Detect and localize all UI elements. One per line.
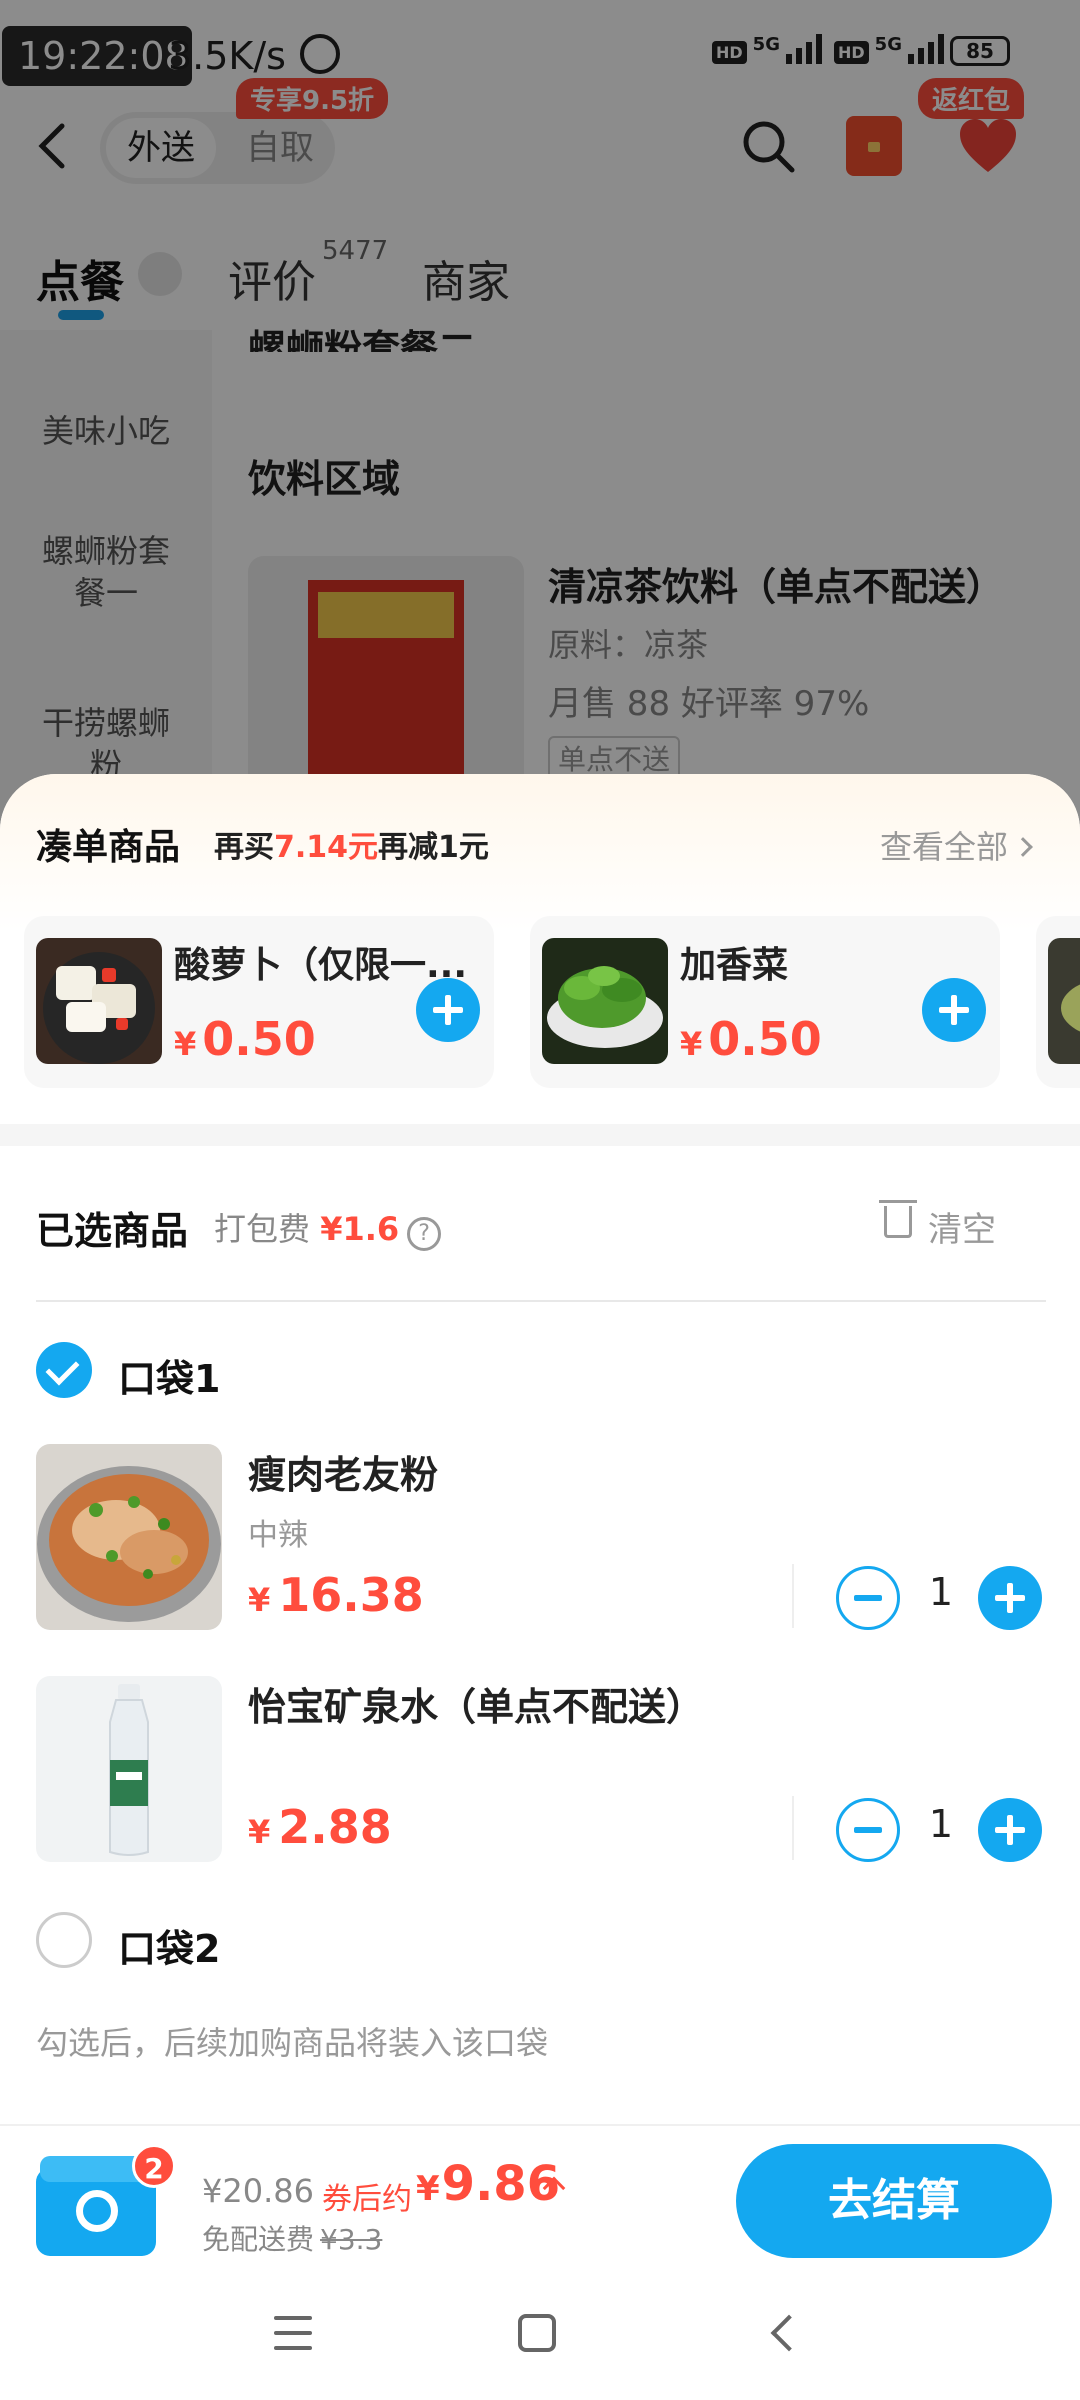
addon-price-value: 0.50: [202, 1012, 316, 1066]
item-price-value: 16.38: [278, 1568, 424, 1622]
bag-1-label: 口袋1: [118, 1357, 221, 1401]
add-addon-button[interactable]: [416, 978, 480, 1042]
decrease-quantity-button[interactable]: [836, 1566, 900, 1630]
cart-box-icon[interactable]: 2: [36, 2144, 176, 2256]
currency-symbol: ¥: [174, 1025, 197, 1063]
packing-fee-label: 打包费: [214, 1210, 311, 1248]
clear-cart-button[interactable]: 清空: [879, 1200, 996, 1251]
pickled-radish-image: [36, 938, 162, 1064]
addon-title: 凑单商品: [36, 827, 181, 868]
addon-price: ¥0.50: [680, 1012, 822, 1066]
coriander-image: [542, 938, 668, 1064]
addon-promo-prefix: 再买: [214, 830, 274, 865]
bag-hint: 勾选后，后续加购商品将装入该口袋: [36, 2024, 549, 2062]
delivery-fee-original: ¥3.3: [320, 2223, 383, 2256]
delivery-fee: 免配送费 ¥3.3: [202, 2218, 382, 2258]
section-divider: [0, 1124, 1080, 1146]
after-coupon-price[interactable]: ¥9.86: [416, 2156, 560, 2212]
bag-2-checkbox[interactable]: [36, 1912, 92, 1968]
cart-logo: [76, 2190, 118, 2232]
item-price-value: 2.88: [278, 1800, 392, 1854]
help-icon[interactable]: ?: [407, 1217, 442, 1251]
item-price: ¥2.88: [248, 1800, 392, 1854]
currency-symbol: ¥: [248, 1813, 271, 1851]
item-quantity: 1: [928, 1802, 954, 1846]
original-total: ¥20.86: [202, 2172, 314, 2210]
cart-item: 瘦肉老友粉 中辣 ¥16.38 1: [36, 1444, 1046, 1634]
chevron-right-icon: [1013, 837, 1033, 857]
addon-card[interactable]: [1036, 916, 1080, 1088]
addon-promo-suffix: 再减1元: [378, 830, 489, 865]
cart-item: 怡宝矿泉水（单点不配送） ¥2.88 1: [36, 1676, 1046, 1866]
addon-section: 凑单商品 再买7.14元再减1元 查看全部 酸萝卜（仅限一... ¥0.50 加…: [0, 774, 1080, 1124]
addon-card[interactable]: 加香菜 ¥0.50: [530, 916, 1000, 1088]
decrease-quantity-button[interactable]: [836, 1798, 900, 1862]
trash-icon: [879, 1200, 917, 1238]
noodle-dish-image[interactable]: [36, 1444, 222, 1630]
item-name: 怡宝矿泉水（单点不配送）: [248, 1685, 705, 1729]
addon-promo-amount: 7.14元: [274, 830, 379, 865]
water-bottle-image[interactable]: [36, 1676, 222, 1862]
view-all-link[interactable]: 查看全部: [880, 822, 1033, 868]
addon-price-value: 0.50: [708, 1012, 822, 1066]
selected-items-title: 已选商品: [36, 1209, 189, 1253]
addon-price: ¥0.50: [174, 1012, 316, 1066]
bag-1-checkbox[interactable]: [36, 1342, 92, 1398]
back-nav-icon[interactable]: [770, 2314, 808, 2352]
currency-symbol: ¥: [680, 1025, 703, 1063]
menu-icon[interactable]: [274, 2316, 312, 2350]
add-addon-button[interactable]: [922, 978, 986, 1042]
addon-card[interactable]: 酸萝卜（仅限一... ¥0.50: [24, 916, 494, 1088]
packing-fee: 打包费 ¥1.6?: [214, 1204, 442, 1251]
separator: [792, 1796, 794, 1860]
home-icon[interactable]: [518, 2314, 556, 2352]
addon-promo: 再买7.14元再减1元: [214, 822, 489, 866]
currency-symbol: ¥: [416, 2169, 440, 2209]
increase-quantity-button[interactable]: [978, 1566, 1042, 1630]
after-coupon-label: 券后约: [322, 2182, 412, 2217]
item-price: ¥16.38: [248, 1568, 424, 1622]
bag-2-label: 口袋2: [118, 1927, 221, 1971]
view-all-label: 查看全部: [880, 828, 1009, 866]
item-name: 瘦肉老友粉: [248, 1453, 439, 1497]
packing-fee-amount: ¥1.6: [320, 1210, 400, 1248]
clear-label: 清空: [928, 1210, 996, 1250]
currency-symbol: ¥: [248, 1581, 271, 1619]
delivery-fee-label: 免配送费: [202, 2223, 315, 2256]
divider: [36, 1300, 1046, 1302]
increase-quantity-button[interactable]: [978, 1798, 1042, 1862]
after-coupon-value: 9.86: [441, 2156, 561, 2212]
system-nav-bar: [0, 2270, 1080, 2400]
checkout-button[interactable]: 去结算: [736, 2144, 1052, 2258]
addon-image: [1048, 938, 1080, 1064]
checkout-bar: 2 ¥20.86 券后约 ¥9.86 免配送费 ¥3.3 去结算: [0, 2124, 1080, 2264]
cart-count-badge: 2: [132, 2144, 176, 2188]
separator: [792, 1564, 794, 1628]
item-quantity: 1: [928, 1570, 954, 1614]
item-spec: 中辣: [248, 1518, 308, 1553]
